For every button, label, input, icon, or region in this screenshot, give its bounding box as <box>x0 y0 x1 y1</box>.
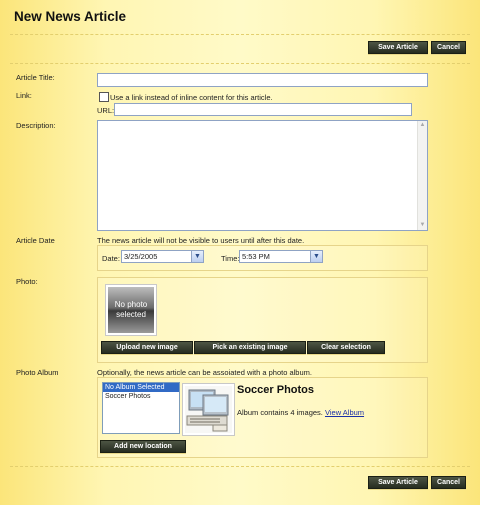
article-title-input[interactable] <box>97 73 428 87</box>
divider <box>10 466 470 467</box>
time-select[interactable]: 5:53 PM ▼ <box>239 250 323 263</box>
pick-image-button[interactable]: Pick an existing image <box>194 341 306 354</box>
arrow-up-icon[interactable]: ▲ <box>418 121 427 130</box>
album-option-soccer[interactable]: Soccer Photos <box>103 392 179 401</box>
time-value: 5:53 PM <box>242 252 270 261</box>
arrow-down-icon[interactable]: ▼ <box>418 221 427 230</box>
date-label: Date: <box>102 254 120 263</box>
date-select[interactable]: 3/25/2005 ▼ <box>121 250 204 263</box>
time-label: Time: <box>221 254 240 263</box>
save-article-button-top[interactable]: Save Article <box>368 41 428 54</box>
chevron-down-icon[interactable]: ▼ <box>310 251 322 262</box>
album-thumbnail-image <box>185 386 232 433</box>
description-textarea[interactable]: ▲ ▼ <box>97 120 428 231</box>
use-link-label: Use a link instead of inline content for… <box>110 93 273 102</box>
use-link-checkbox[interactable] <box>99 92 109 102</box>
album-name: Soccer Photos <box>237 384 315 396</box>
no-photo-placeholder: No photo selected <box>106 285 156 335</box>
article-date-label: Article Date <box>16 236 55 245</box>
album-thumbnail <box>182 383 235 436</box>
upload-image-button[interactable]: Upload new image <box>101 341 193 354</box>
save-article-button-bottom[interactable]: Save Article <box>368 476 428 489</box>
album-count: Album contains 4 images. <box>237 408 323 417</box>
add-location-button[interactable]: Add new location <box>100 440 186 453</box>
view-album-link[interactable]: View Album <box>325 408 364 417</box>
album-option-none[interactable]: No Album Selected <box>103 383 179 392</box>
url-label: URL: <box>97 106 115 115</box>
divider <box>10 63 470 64</box>
article-title-label: Article Title: <box>16 73 55 82</box>
photo-album-label: Photo Album <box>16 368 59 377</box>
description-scrollbar[interactable]: ▲ ▼ <box>417 121 427 230</box>
page-title: New News Article <box>14 9 127 24</box>
chevron-down-icon[interactable]: ▼ <box>191 251 203 262</box>
cancel-button-bottom[interactable]: Cancel <box>431 476 466 489</box>
photo-label: Photo: <box>16 277 38 286</box>
cancel-button-top[interactable]: Cancel <box>431 41 466 54</box>
url-input[interactable] <box>114 103 412 116</box>
divider <box>10 34 470 35</box>
link-label: Link: <box>16 91 32 100</box>
album-listbox[interactable]: No Album Selected Soccer Photos <box>102 382 180 434</box>
description-label: Description: <box>16 121 56 130</box>
clear-selection-button[interactable]: Clear selection <box>307 341 385 354</box>
date-note: The news article will not be visible to … <box>97 236 305 245</box>
date-value: 3/25/2005 <box>124 252 158 261</box>
album-note: Optionally, the news article can be asso… <box>97 368 312 377</box>
album-info: Album contains 4 images. View Album <box>237 408 364 417</box>
